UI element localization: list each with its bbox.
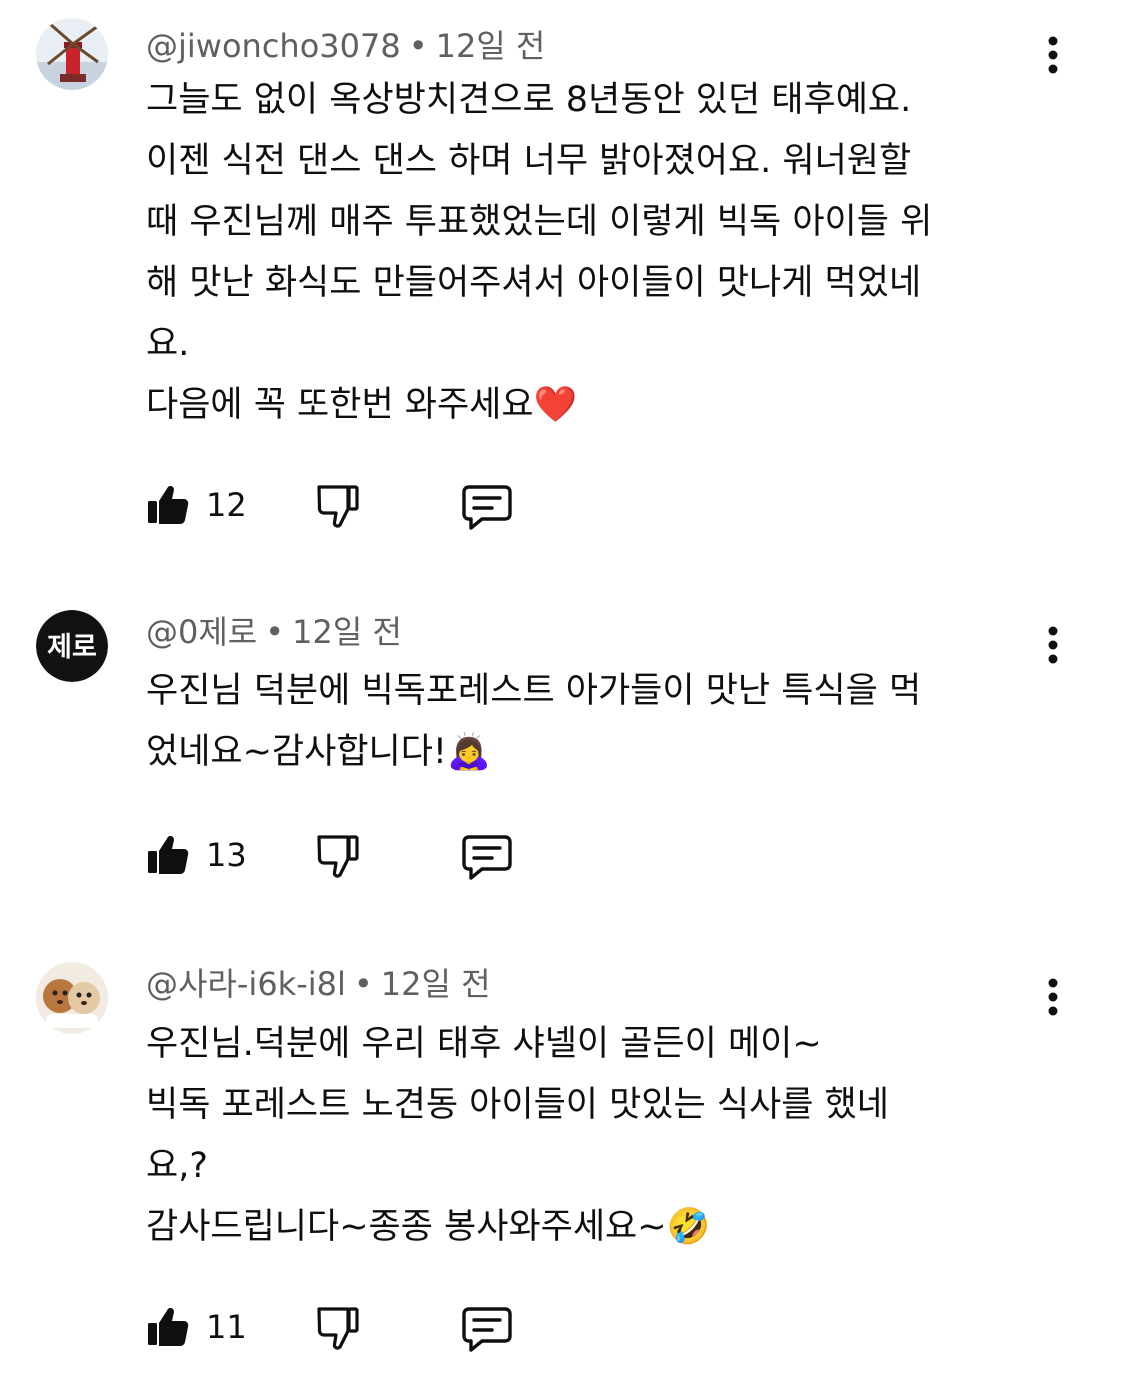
comment-line: 우진님.덕분에 우리 태후 샤넬이 골든이 메이~	[146, 1024, 822, 1064]
comment-text: 그늘도 없이 옥상방치견으로 8년동안 있던 태후예요. 이젠 식전 댄스 댄스…	[146, 70, 1046, 436]
comment-line: 요.	[146, 324, 190, 364]
meta-separator: •	[353, 965, 373, 1003]
comment-thread: 제로 @0제로 • 12일 전 우진님 덕분에 빅독포레스트 아가들이 맛난 특식을…	[0, 608, 1125, 908]
thumbs-down-icon	[317, 835, 359, 878]
comment-line-text: 다음에 꼭 또한번 와주세요	[146, 385, 534, 425]
reply-comment-icon	[462, 1307, 512, 1352]
comment-text: 우진님.덕분에 우리 태후 샤넬이 골든이 메이~ 빅독 포레스트 노견동 아이…	[146, 1014, 1046, 1258]
channel-logo-icon: 제로	[36, 610, 108, 682]
comment-meta: @jiwoncho3078 • 12일 전	[146, 24, 545, 68]
timestamp[interactable]: 12일 전	[292, 613, 402, 651]
avatar[interactable]: 제로	[36, 610, 108, 682]
thumbs-down-icon	[317, 1307, 359, 1350]
thumbs-up-icon	[148, 1308, 189, 1346]
like-count: 12	[206, 486, 247, 524]
dogs-photo-icon	[36, 962, 108, 1034]
comment-meta: @사라-i6k-i8l • 12일 전	[146, 962, 491, 1006]
thumbs-up-icon	[148, 836, 189, 874]
comment-line: 우진님 덕분에 빅독포레스트 아가들이 맛난 특식을 먹	[146, 671, 922, 711]
reply-button[interactable]	[460, 483, 514, 535]
rofl-emoji: 🤣	[666, 1207, 711, 1247]
comment-line: 빅독 포레스트 노견동 아이들이 맛있는 식사를 했네	[146, 1085, 889, 1125]
comment-line-text: 감사드립니다~종종 봉사와주세요~	[146, 1207, 667, 1247]
comment-line: 때 우진님께 매주 투표했었는데 이렇게 빅독 아이들 위	[146, 202, 933, 242]
author-name[interactable]: @0제로	[146, 613, 257, 651]
reply-button[interactable]	[460, 1305, 514, 1357]
comment-meta: @0제로 • 12일 전	[146, 610, 402, 654]
comment-line: 요,?	[146, 1146, 208, 1186]
comment-text: 우진님 덕분에 빅독포레스트 아가들이 맛난 특식을 먹 었네요~감사합니다!🙇…	[146, 661, 1046, 783]
dislike-button[interactable]	[314, 483, 362, 533]
dislike-button[interactable]	[314, 1305, 362, 1355]
author-name[interactable]: @사라-i6k-i8l	[146, 965, 346, 1003]
reply-comment-icon	[462, 835, 512, 880]
dislike-button[interactable]	[314, 833, 362, 883]
like-count: 13	[206, 836, 247, 874]
comment-line: 었네요~감사합니다!🙇‍♀️	[146, 722, 1046, 783]
author-name[interactable]: @jiwoncho3078	[146, 27, 401, 65]
comment-line: 다음에 꼭 또한번 와주세요❤️	[146, 375, 1046, 436]
comment-thread: @사라-i6k-i8l • 12일 전 우진님.덕분에 우리 태후 샤넬이 골든이 …	[0, 960, 1125, 1380]
avatar-initials: 제로	[47, 632, 97, 663]
like-count: 11	[206, 1308, 247, 1346]
thumbs-up-icon	[148, 486, 189, 524]
heart-emoji: ❤️	[533, 385, 578, 425]
comment-line: 해 맛난 화식도 만들어주셔서 아이들이 맛나게 먹었네	[146, 263, 922, 303]
meta-separator: •	[408, 27, 428, 65]
meta-separator: •	[265, 613, 285, 651]
avatar[interactable]	[36, 962, 108, 1034]
windmill-photo-icon	[36, 18, 108, 90]
reply-comment-icon	[462, 485, 512, 530]
comment-line: 이젠 식전 댄스 댄스 하며 너무 밝아졌어요. 워너원할	[146, 141, 912, 181]
bowing-emoji: 🙇‍♀️	[446, 732, 491, 772]
timestamp[interactable]: 12일 전	[381, 965, 491, 1003]
comment-line: 감사드립니다~종종 봉사와주세요~🤣	[146, 1197, 1046, 1258]
reply-button[interactable]	[460, 833, 514, 885]
avatar[interactable]	[36, 18, 108, 90]
thumbs-down-icon	[317, 485, 359, 528]
timestamp[interactable]: 12일 전	[436, 27, 546, 65]
comment-line-text: 었네요~감사합니다!	[146, 732, 447, 772]
comment-line: 그늘도 없이 옥상방치견으로 8년동안 있던 태후예요.	[146, 80, 912, 120]
comment-thread: @jiwoncho3078 • 12일 전 그늘도 없이 옥상방치견으로 8년동안 …	[0, 18, 1125, 538]
